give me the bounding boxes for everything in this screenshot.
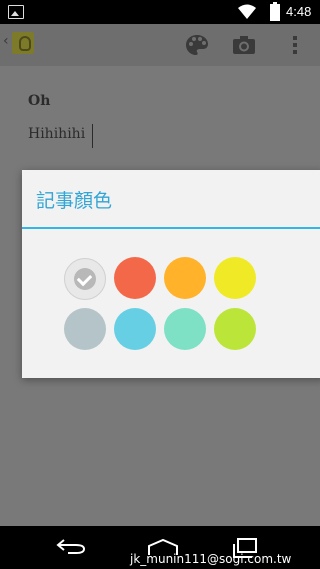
app-bar: ‹ [0,24,320,66]
image-notification-icon [8,5,24,19]
dialog-divider [22,227,320,229]
color-swatch-blue[interactable] [114,308,156,350]
nav-back-icon[interactable] [56,538,86,554]
color-swatch-white[interactable] [64,258,106,300]
note-body[interactable]: Hihihihi [28,126,85,142]
camera-icon[interactable] [232,34,256,56]
color-swatch-gray[interactable] [64,308,106,350]
color-swatch-green[interactable] [214,308,256,350]
back-chevron-icon[interactable]: ‹ [3,34,9,48]
palette-icon[interactable] [185,34,209,56]
status-time: 4:48 [286,4,312,19]
status-bar: 4:48 [0,0,320,24]
color-swatch-orange[interactable] [164,257,206,299]
text-cursor [92,124,93,148]
keep-logo-icon[interactable] [12,32,34,54]
dialog-title: 記事顏色 [36,190,113,212]
note-color-dialog: 記事顏色 [22,170,320,378]
color-swatch-teal[interactable] [164,308,206,350]
note-title[interactable]: Oh [28,93,50,109]
watermark-text: jk_munin111@sogi.com.tw [130,552,292,566]
color-swatch-yellow[interactable] [214,257,256,299]
wifi-icon [238,4,256,19]
check-icon [74,268,96,290]
battery-icon [270,2,280,21]
overflow-menu-icon[interactable] [290,34,300,56]
color-swatch-red[interactable] [114,257,156,299]
